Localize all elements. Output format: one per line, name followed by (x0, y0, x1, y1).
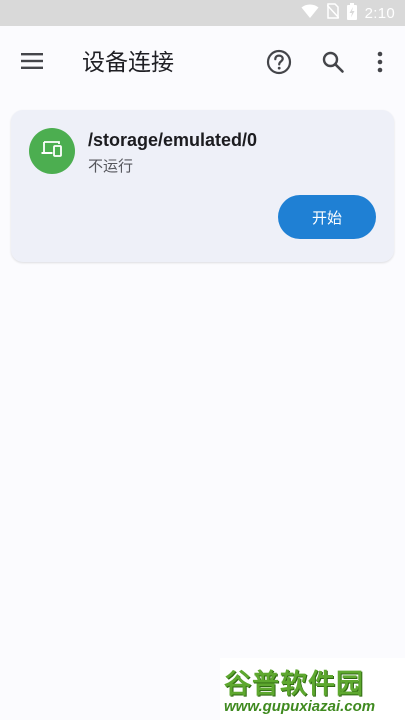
hamburger-menu-icon (21, 53, 43, 73)
help-icon (266, 49, 292, 79)
device-status: 不运行 (88, 157, 134, 175)
search-icon (321, 50, 345, 78)
battery-charging-icon (346, 2, 357, 24)
watermark-title: 谷普软件园 (224, 669, 364, 700)
status-icons: 2:10 (301, 2, 395, 24)
start-button[interactable]: 开始 (278, 195, 376, 239)
watermark: 谷普软件园 www.gupuxiazai.com (220, 658, 405, 720)
device-avatar (29, 128, 75, 174)
menu-button[interactable] (12, 46, 52, 80)
page-title: 设备连接 (82, 50, 174, 76)
help-button[interactable] (259, 44, 299, 84)
no-sim-icon (326, 3, 340, 23)
app-bar: 设备连接 (0, 26, 405, 100)
device-path: /storage/emulated/0 (88, 130, 258, 150)
status-bar: 2:10 (0, 0, 405, 26)
watermark-url: www.gupuxiazai.com (224, 698, 376, 715)
device-card[interactable]: /storage/emulated/0 不运行 开始 (11, 110, 394, 262)
status-time: 2:10 (364, 4, 395, 22)
wifi-icon (301, 3, 319, 23)
more-vert-icon (377, 51, 383, 77)
search-button[interactable] (313, 44, 353, 84)
devices-icon (41, 140, 63, 162)
more-options-button[interactable] (360, 44, 400, 84)
